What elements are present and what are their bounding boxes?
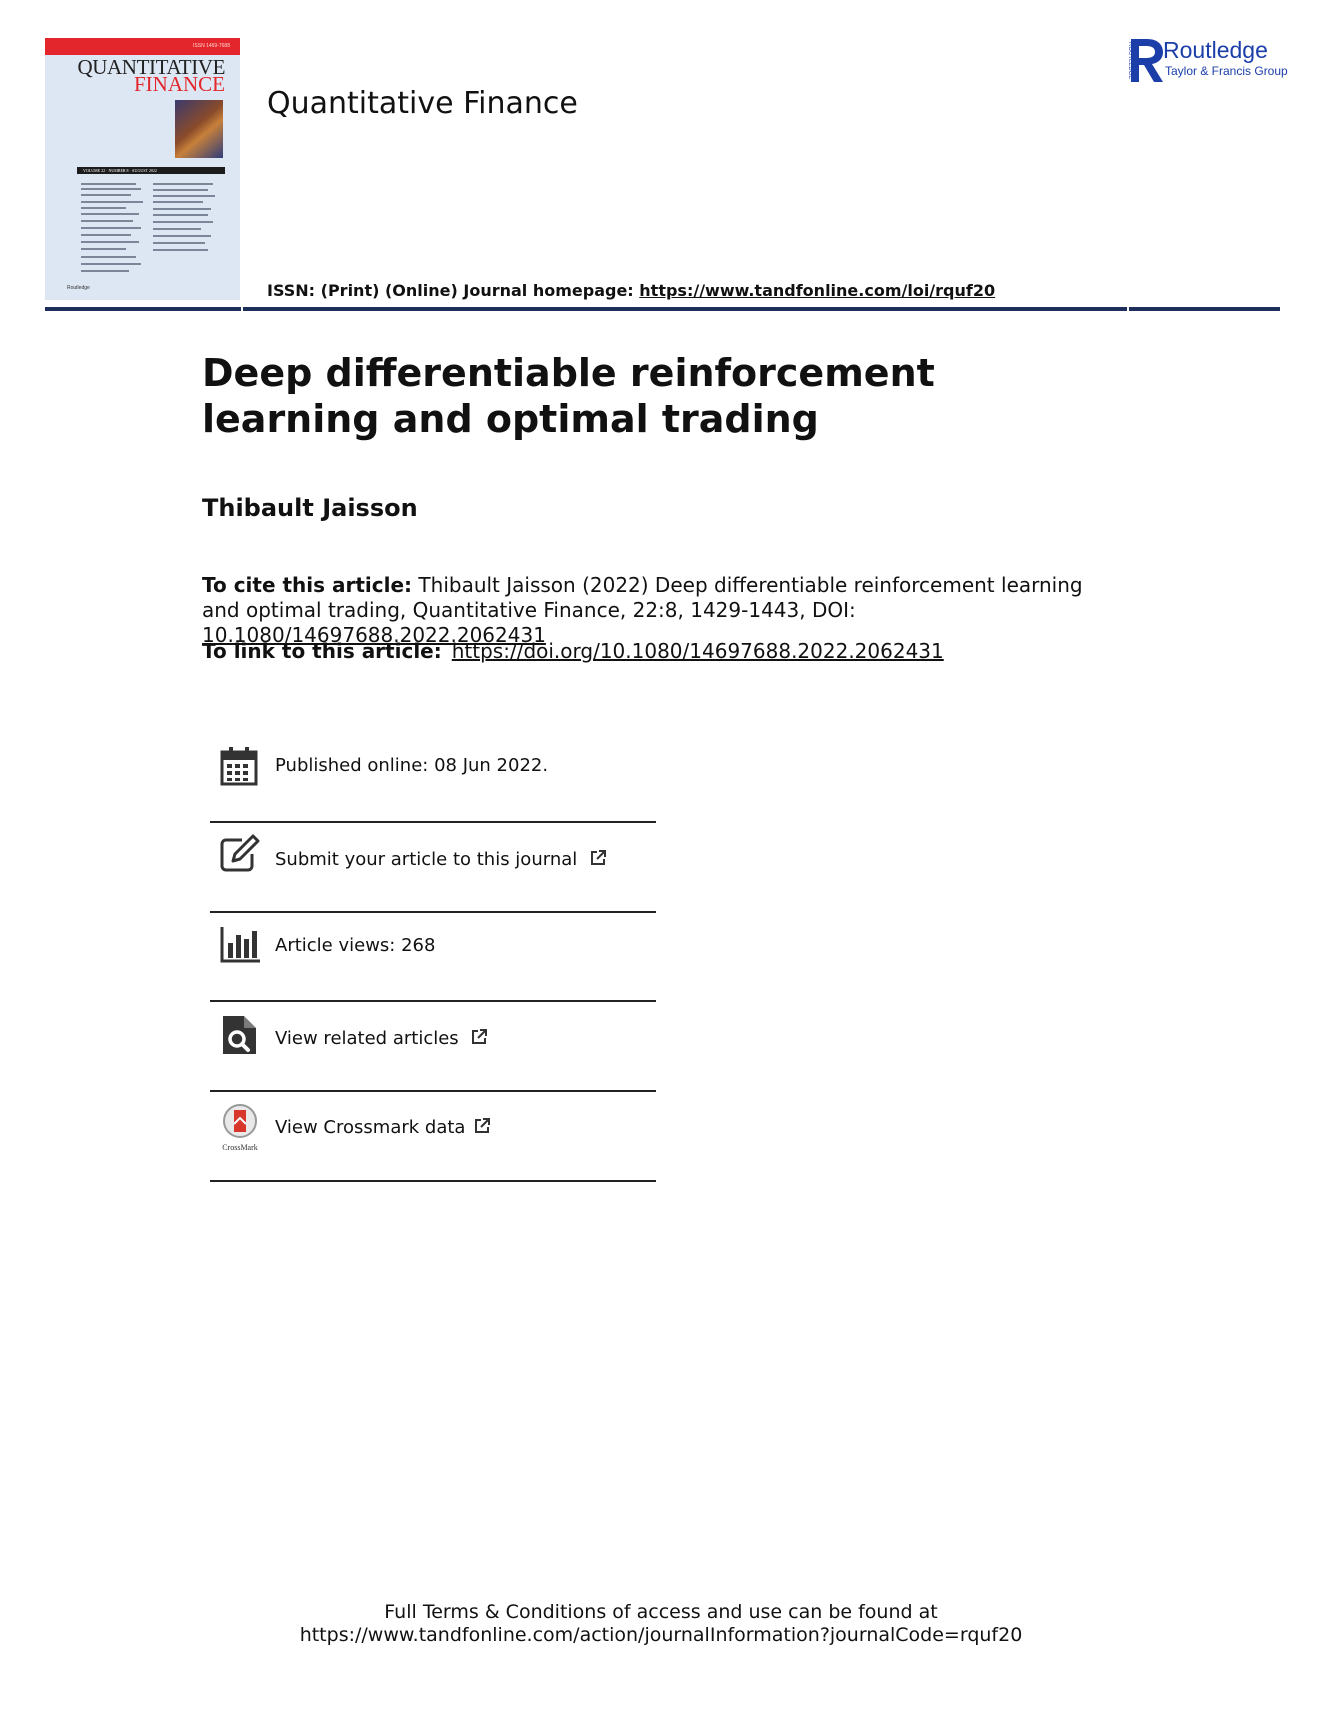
article-title: Deep differentiable reinforcement learni… [202, 351, 935, 441]
issn-label: ISSN: (Print) (Online) Journal homepage: [267, 281, 640, 300]
terms-line: Full Terms & Conditions of access and us… [384, 1601, 938, 1623]
issn-line: ISSN: (Print) (Online) Journal homepage:… [267, 281, 995, 300]
terms-footer: Full Terms & Conditions of access and us… [0, 1601, 1322, 1647]
cover-publisher: Routledge [67, 285, 90, 291]
cite-label: To cite this article: [202, 573, 413, 597]
related-articles-link[interactable]: View related articles [275, 1028, 488, 1049]
terms-url[interactable]: https://www.tandfonline.com/action/journ… [0, 1624, 1322, 1647]
submit-article-label: Submit your article to this journal [275, 849, 578, 870]
routledge-vertical-text: ROUTLEDGE [1127, 42, 1133, 79]
published-online-text: Published online: 08 Jun 2022. [275, 755, 549, 776]
journal-name: Quantitative Finance [267, 86, 578, 121]
cover-volume-text: VOLUME 22 · NUMBER 8 · AUGUST 2022 [83, 168, 157, 173]
link-label: To link to this article: [202, 639, 442, 663]
external-link-icon [475, 1118, 491, 1133]
publisher-name: Routledge [1163, 37, 1268, 63]
article-views-text: Article views: 268 [275, 935, 436, 956]
cover-photo [175, 100, 223, 158]
citation-block: To cite this article: Thibault Jaisson (… [202, 573, 1122, 648]
edit-icon [220, 834, 260, 872]
row-divider [210, 1000, 656, 1002]
crossmark-logo-text: CrossMark [222, 1143, 258, 1152]
calendar-icon [220, 747, 258, 786]
crossmark-data-link[interactable]: View Crossmark data [275, 1117, 491, 1138]
journal-cover-image: ISSN 1469-7688 QUANTITATIVE FINANCE VOLU… [45, 38, 240, 300]
cover-title-line2: FINANCE [133, 72, 225, 96]
publisher-subtitle: Taylor & Francis Group [1165, 64, 1288, 78]
article-link-line: To link to this article: https://doi.org/… [202, 639, 944, 663]
cover-issn: ISSN 1469-7688 [193, 43, 230, 49]
journal-homepage-link[interactable]: https://www.tandfonline.com/loi/rquf20 [639, 281, 995, 300]
article-author: Thibault Jaisson [202, 494, 418, 522]
row-divider [210, 1180, 656, 1182]
row-divider [210, 911, 656, 913]
external-link-icon [472, 1029, 488, 1044]
bar-chart-icon [220, 927, 260, 963]
submit-article-link[interactable]: Submit your article to this journal [275, 849, 607, 870]
external-link-icon [591, 850, 606, 865]
row-divider [210, 1090, 656, 1092]
row-divider [210, 821, 656, 823]
header-divider [45, 307, 1280, 311]
crossmark-data-label: View Crossmark data [275, 1117, 466, 1138]
crossmark-icon: CrossMark [222, 1104, 258, 1152]
document-search-icon [223, 1016, 256, 1054]
related-articles-label: View related articles [275, 1028, 459, 1049]
article-doi-url-link[interactable]: https://doi.org/10.1080/14697688.2022.20… [452, 639, 944, 663]
